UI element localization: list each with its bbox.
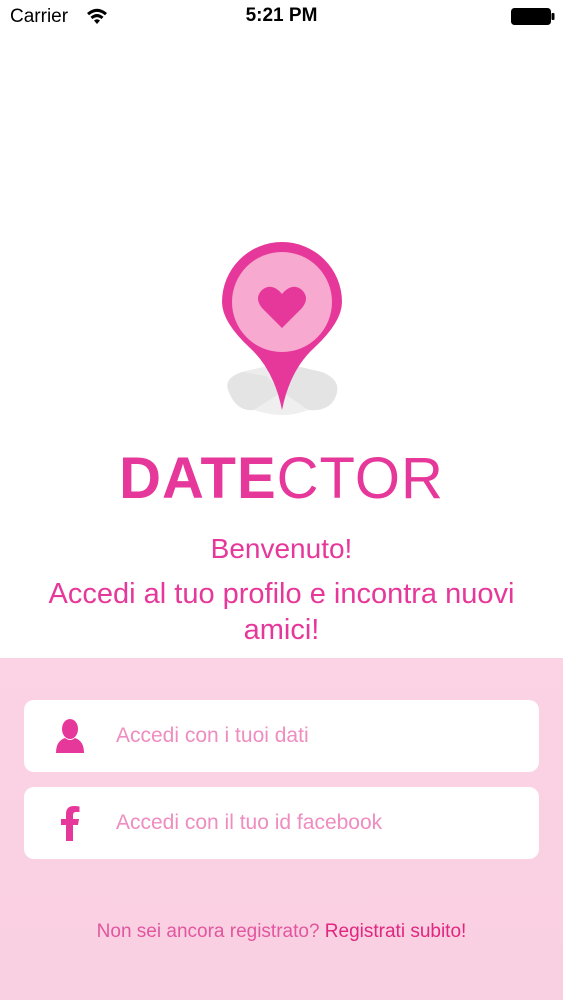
login-credentials-button[interactable]: Accedi con i tuoi dati <box>24 700 539 772</box>
user-icon <box>56 719 84 753</box>
register-prompt: Non sei ancora registrato? Registrati su… <box>0 921 563 943</box>
login-credentials-label: Accedi con i tuoi dati <box>116 724 309 747</box>
brand-logo-text: DATECTOR <box>0 446 563 512</box>
login-facebook-label: Accedi con il tuo id facebook <box>116 811 383 834</box>
brand-bold-part: DATE <box>119 446 277 511</box>
welcome-title: Benvenuto! <box>210 533 353 564</box>
facebook-icon <box>61 806 80 841</box>
login-panel: Accedi con i tuoi dati Accedi con il tuo… <box>0 658 563 1000</box>
login-screen: Carrier 5:21 PM DATECTOR Benvenuto! Acce… <box>0 0 563 1000</box>
brand-light-part: CTOR <box>276 446 444 511</box>
clock: 5:21 PM <box>245 5 318 26</box>
register-link[interactable]: Registrati subito! <box>325 921 467 942</box>
battery-icon <box>511 8 555 25</box>
register-question: Non sei ancora registrato? <box>96 921 320 942</box>
welcome-subtitle: Accedi al tuo profilo e incontra nuovi a… <box>48 578 515 646</box>
map-pin-heart-icon <box>222 242 342 415</box>
status-bar: Carrier 5:21 PM <box>0 0 563 34</box>
login-facebook-button[interactable]: Accedi con il tuo id facebook <box>24 787 539 859</box>
